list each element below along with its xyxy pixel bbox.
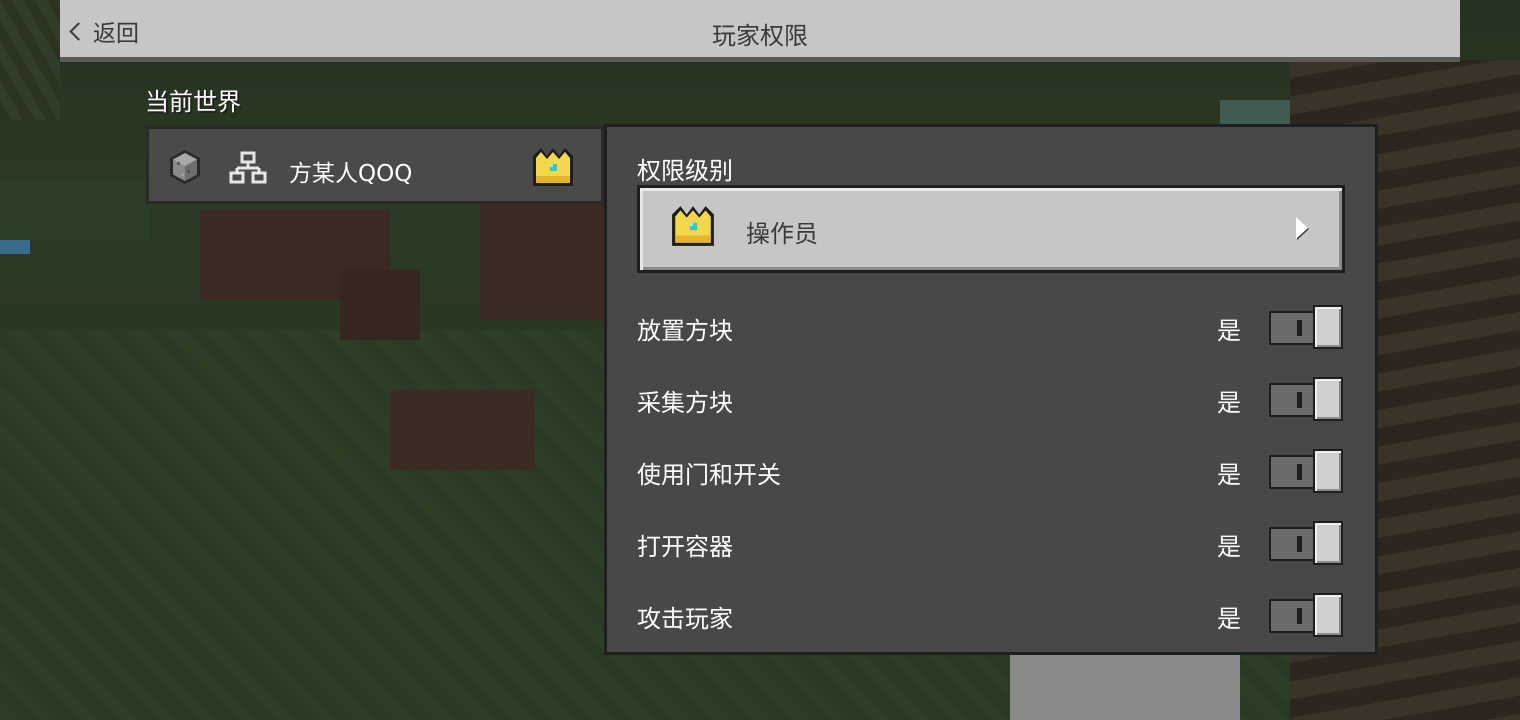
permission-row-attack-players: 攻击玩家 是 bbox=[637, 591, 1345, 639]
mine-blocks-toggle[interactable] bbox=[1269, 377, 1343, 421]
toggle-notch bbox=[1297, 320, 1302, 336]
toggle-knob bbox=[1313, 521, 1343, 565]
permission-label: 采集方块 bbox=[637, 389, 733, 417]
permission-label: 打开容器 bbox=[637, 533, 733, 561]
permission-state: 是 bbox=[1217, 605, 1241, 633]
stone-block bbox=[1010, 655, 1240, 720]
permission-level-value: 操作员 bbox=[746, 220, 818, 248]
permission-label: 使用门和开关 bbox=[637, 461, 781, 489]
permission-label: 放置方块 bbox=[637, 317, 733, 345]
toggle-knob bbox=[1313, 449, 1343, 493]
water-patch bbox=[0, 240, 30, 254]
page-title: 玩家权限 bbox=[712, 22, 808, 50]
open-containers-toggle[interactable] bbox=[1269, 521, 1343, 565]
toggle-knob bbox=[1313, 593, 1343, 637]
header-bar: 返回 玩家权限 bbox=[60, 0, 1460, 62]
dirt-block bbox=[340, 270, 420, 340]
permission-state: 是 bbox=[1217, 389, 1241, 417]
toggle-notch bbox=[1297, 608, 1302, 624]
screen: 返回 玩家权限 当前世界 方某人QOQ 权限级别 操作员 放置方块 是 采集方块… bbox=[0, 0, 1520, 720]
permission-row-mine-blocks: 采集方块 是 bbox=[637, 375, 1345, 423]
toggle-knob bbox=[1313, 305, 1343, 349]
toggle-notch bbox=[1297, 464, 1302, 480]
permission-row-doors-switches: 使用门和开关 是 bbox=[637, 447, 1345, 495]
stone-block-icon bbox=[170, 150, 200, 184]
crown-icon bbox=[533, 148, 573, 186]
permission-level-label: 权限级别 bbox=[637, 157, 733, 185]
chevron-right-icon bbox=[1296, 217, 1308, 239]
permission-state: 是 bbox=[1217, 317, 1241, 345]
place-blocks-toggle[interactable] bbox=[1269, 305, 1343, 349]
permission-state: 是 bbox=[1217, 461, 1241, 489]
current-world-label: 当前世界 bbox=[145, 88, 241, 116]
permissions-panel: 权限级别 操作员 放置方块 是 采集方块 是 使用门和开关 是 打开容器 是 攻… bbox=[604, 124, 1378, 655]
dirt-block bbox=[390, 390, 535, 470]
network-icon bbox=[229, 151, 267, 184]
permission-row-place-blocks: 放置方块 是 bbox=[637, 303, 1345, 351]
leaf-block bbox=[0, 0, 60, 120]
player-list-item[interactable]: 方某人QOQ bbox=[146, 126, 604, 204]
crown-icon bbox=[672, 206, 714, 246]
grass-block bbox=[0, 180, 150, 240]
permission-row-open-containers: 打开容器 是 bbox=[637, 519, 1345, 567]
permission-state: 是 bbox=[1217, 533, 1241, 561]
dirt-block bbox=[480, 200, 605, 320]
attack-players-toggle[interactable] bbox=[1269, 593, 1343, 637]
player-name: 方某人QOQ bbox=[289, 161, 413, 187]
doors-switches-toggle[interactable] bbox=[1269, 449, 1343, 493]
toggle-notch bbox=[1297, 536, 1302, 552]
permission-level-dropdown[interactable]: 操作员 bbox=[637, 185, 1345, 273]
toggle-notch bbox=[1297, 392, 1302, 408]
permission-label: 攻击玩家 bbox=[637, 605, 733, 633]
toggle-knob bbox=[1313, 377, 1343, 421]
